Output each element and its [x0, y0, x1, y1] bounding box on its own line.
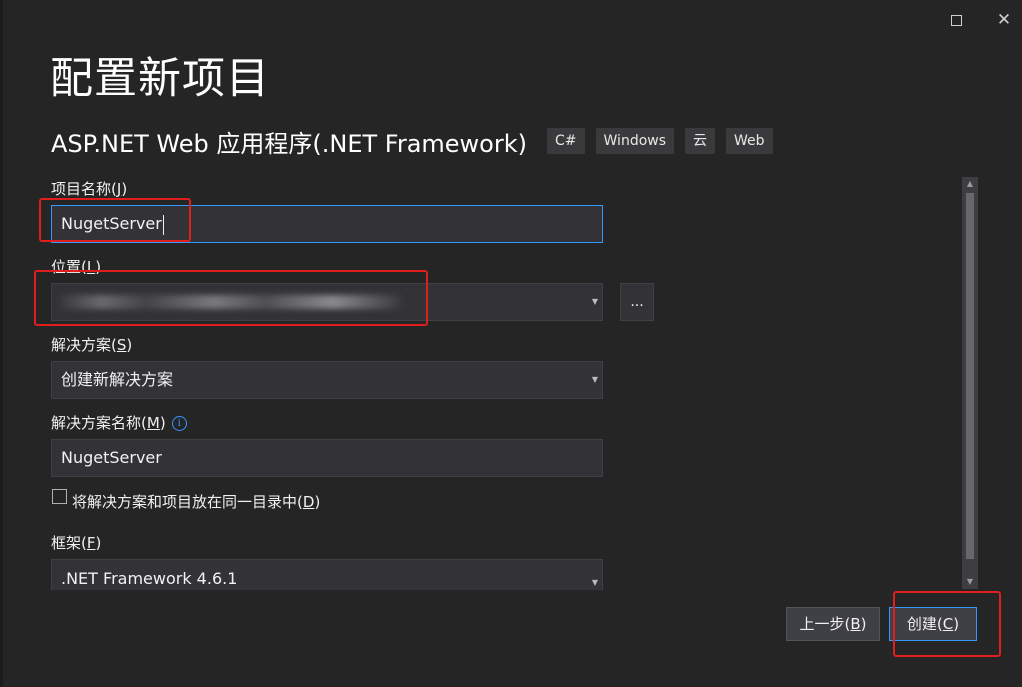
tag-web: Web	[726, 128, 773, 154]
page-title: 配置新项目	[50, 54, 270, 104]
close-icon: ✕	[996, 10, 1012, 30]
info-icon[interactable]: i	[171, 416, 187, 431]
framework-label: 框架(F)	[51, 534, 102, 552]
dropdown-arrow-icon: ▼	[591, 578, 598, 587]
solution-label: 解决方案(S)	[51, 336, 133, 354]
browse-button[interactable]: ...	[620, 283, 654, 321]
text-caret	[162, 214, 164, 235]
maximize-icon	[950, 15, 962, 26]
location-value-blurred	[61, 295, 401, 309]
location-combobox[interactable]: ▼	[51, 283, 603, 321]
back-button[interactable]: 上一步(B)	[786, 607, 880, 641]
left-edge	[0, 0, 3, 687]
tag-cloud: 云	[685, 128, 716, 154]
dropdown-arrow-icon: ▼	[591, 375, 598, 384]
configure-project-dialog: ✕ 配置新项目 ASP.NET Web 应用程序(.NET Framework)…	[0, 0, 1022, 687]
tag-csharp: C#	[547, 128, 585, 154]
scroll-thumb[interactable]	[966, 193, 974, 559]
tag-windows: Windows	[595, 128, 675, 154]
project-name-input[interactable]: NugetServer	[51, 205, 603, 243]
scroll-down-icon[interactable]: ▼	[962, 575, 978, 589]
solution-name-label: 解决方案名称(M) i	[51, 412, 187, 433]
scroll-up-icon[interactable]: ▲	[962, 177, 978, 191]
template-name: ASP.NET Web 应用程序(.NET Framework)	[51, 130, 527, 158]
solution-select[interactable]: 创建新解决方案 ▼	[51, 361, 603, 399]
same-directory-label[interactable]: 将解决方案和项目放在同一目录中(D)	[72, 491, 320, 512]
solution-name-input[interactable]: NugetServer	[51, 439, 603, 477]
vertical-scrollbar[interactable]: ▲ ▼	[962, 177, 978, 589]
dropdown-arrow-icon: ▼	[591, 297, 598, 306]
create-button[interactable]: 创建(C)	[889, 607, 977, 641]
template-tags: C# Windows 云 Web	[547, 128, 773, 154]
project-name-label: 项目名称(J)	[51, 180, 128, 198]
framework-select[interactable]: .NET Framework 4.6.1 ▼	[51, 559, 603, 590]
close-button[interactable]: ✕	[989, 8, 1019, 32]
maximize-button[interactable]	[941, 8, 971, 32]
location-label: 位置(L)	[51, 258, 102, 276]
same-directory-checkbox[interactable]	[52, 489, 67, 504]
